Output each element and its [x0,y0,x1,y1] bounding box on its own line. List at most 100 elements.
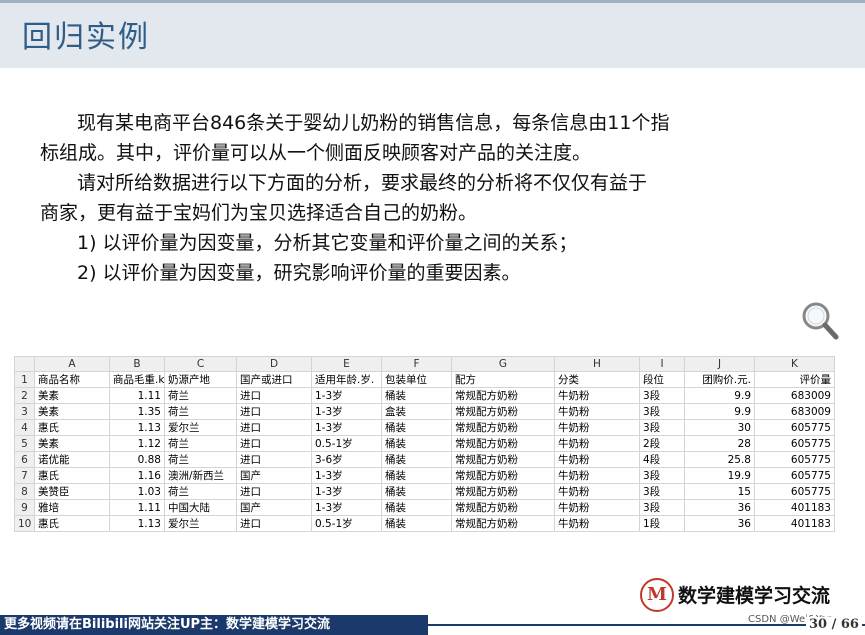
cell[interactable]: 3段 [639,467,685,484]
cell[interactable]: 分类 [554,371,640,388]
cell[interactable]: 常规配方奶粉 [451,451,555,468]
cell[interactable]: 683009 [754,387,835,404]
cell[interactable]: 1-3岁 [311,403,382,420]
cell[interactable]: 配方 [451,371,555,388]
cell[interactable]: 爱尔兰 [164,419,237,436]
cell[interactable]: 荷兰 [164,387,237,404]
row-number[interactable]: 3 [14,403,35,420]
cell[interactable]: 1.03 [109,483,165,500]
cell[interactable]: 常规配方奶粉 [451,403,555,420]
cell[interactable]: 进口 [236,387,312,404]
cell[interactable]: 牛奶粉 [554,387,640,404]
column-header-d[interactable]: D [236,356,312,372]
cell[interactable]: 桶装 [381,387,452,404]
cell[interactable]: 0.88 [109,451,165,468]
column-header-a[interactable]: A [34,356,110,372]
row-number[interactable]: 5 [14,435,35,452]
cell[interactable]: 牛奶粉 [554,499,640,516]
row-number[interactable]: 7 [14,467,35,484]
cell[interactable]: 常规配方奶粉 [451,515,555,532]
cell[interactable]: 605775 [754,419,835,436]
cell[interactable]: 2段 [639,435,685,452]
cell[interactable]: 605775 [754,467,835,484]
cell[interactable]: 桶装 [381,499,452,516]
cell[interactable]: 36 [684,515,755,532]
cell[interactable]: 中国大陆 [164,499,237,516]
row-number[interactable]: 6 [14,451,35,468]
cell[interactable]: 桶装 [381,451,452,468]
row-number[interactable]: 2 [14,387,35,404]
cell[interactable]: 25.8 [684,451,755,468]
cell[interactable]: 常规配方奶粉 [451,387,555,404]
column-header-h[interactable]: H [554,356,640,372]
cell[interactable]: 荷兰 [164,483,237,500]
cell[interactable]: 常规配方奶粉 [451,467,555,484]
cell[interactable]: 进口 [236,515,312,532]
cell[interactable]: 商品毛重.k [109,371,165,388]
cell[interactable]: 美赞臣 [34,483,110,500]
cell[interactable]: 401183 [754,515,835,532]
cell[interactable]: 1-3岁 [311,483,382,500]
cell[interactable]: 1段 [639,515,685,532]
column-header-c[interactable]: C [164,356,237,372]
cell[interactable]: 荷兰 [164,435,237,452]
cell[interactable]: 605775 [754,451,835,468]
cell[interactable]: 诺优能 [34,451,110,468]
row-number[interactable]: 4 [14,419,35,436]
cell[interactable]: 1-3岁 [311,387,382,404]
cell[interactable]: 团购价.元. [684,371,755,388]
cell[interactable]: 进口 [236,483,312,500]
cell[interactable]: 进口 [236,451,312,468]
cell[interactable]: 常规配方奶粉 [451,419,555,436]
cell[interactable]: 15 [684,483,755,500]
cell[interactable]: 盒装 [381,403,452,420]
cell[interactable]: 惠氏 [34,467,110,484]
cell[interactable]: 牛奶粉 [554,515,640,532]
column-header-b[interactable]: B [109,356,165,372]
cell[interactable]: 进口 [236,419,312,436]
row-number[interactable]: 8 [14,483,35,500]
cell[interactable]: 美素 [34,435,110,452]
cell[interactable]: 3段 [639,387,685,404]
cell[interactable]: 0.5-1岁 [311,515,382,532]
cell[interactable]: 进口 [236,435,312,452]
row-number[interactable]: 9 [14,499,35,516]
cell[interactable]: 桶装 [381,483,452,500]
cell[interactable]: 雅培 [34,499,110,516]
cell[interactable]: 常规配方奶粉 [451,435,555,452]
cell[interactable]: 1-3岁 [311,419,382,436]
cell[interactable]: 683009 [754,403,835,420]
cell[interactable]: 荷兰 [164,451,237,468]
cell[interactable]: 牛奶粉 [554,403,640,420]
cell[interactable]: 常规配方奶粉 [451,499,555,516]
cell[interactable]: 包装单位 [381,371,452,388]
column-header-g[interactable]: G [451,356,555,372]
select-all-corner[interactable] [14,356,35,372]
cell[interactable]: 评价量 [754,371,835,388]
cell[interactable]: 605775 [754,435,835,452]
cell[interactable]: 1-3岁 [311,467,382,484]
cell[interactable]: 美素 [34,387,110,404]
cell[interactable]: 段位 [639,371,685,388]
cell[interactable]: 3段 [639,403,685,420]
row-number[interactable]: 10 [14,515,35,532]
cell[interactable]: 惠氏 [34,419,110,436]
cell[interactable]: 进口 [236,403,312,420]
cell[interactable]: 1.12 [109,435,165,452]
cell[interactable]: 奶源产地 [164,371,237,388]
cell[interactable]: 牛奶粉 [554,419,640,436]
cell[interactable]: 605775 [754,483,835,500]
cell[interactable]: 爱尔兰 [164,515,237,532]
cell[interactable]: 1-3岁 [311,499,382,516]
cell[interactable]: 牛奶粉 [554,483,640,500]
cell[interactable]: 1.13 [109,419,165,436]
cell[interactable]: 桶装 [381,435,452,452]
cell[interactable]: 常规配方奶粉 [451,483,555,500]
cell[interactable]: 桶装 [381,419,452,436]
cell[interactable]: 3段 [639,483,685,500]
cell[interactable]: 4段 [639,451,685,468]
cell[interactable]: 澳洲/新西兰 [164,467,237,484]
cell[interactable]: 1.13 [109,515,165,532]
cell[interactable]: 国产 [236,499,312,516]
cell[interactable]: 3-6岁 [311,451,382,468]
